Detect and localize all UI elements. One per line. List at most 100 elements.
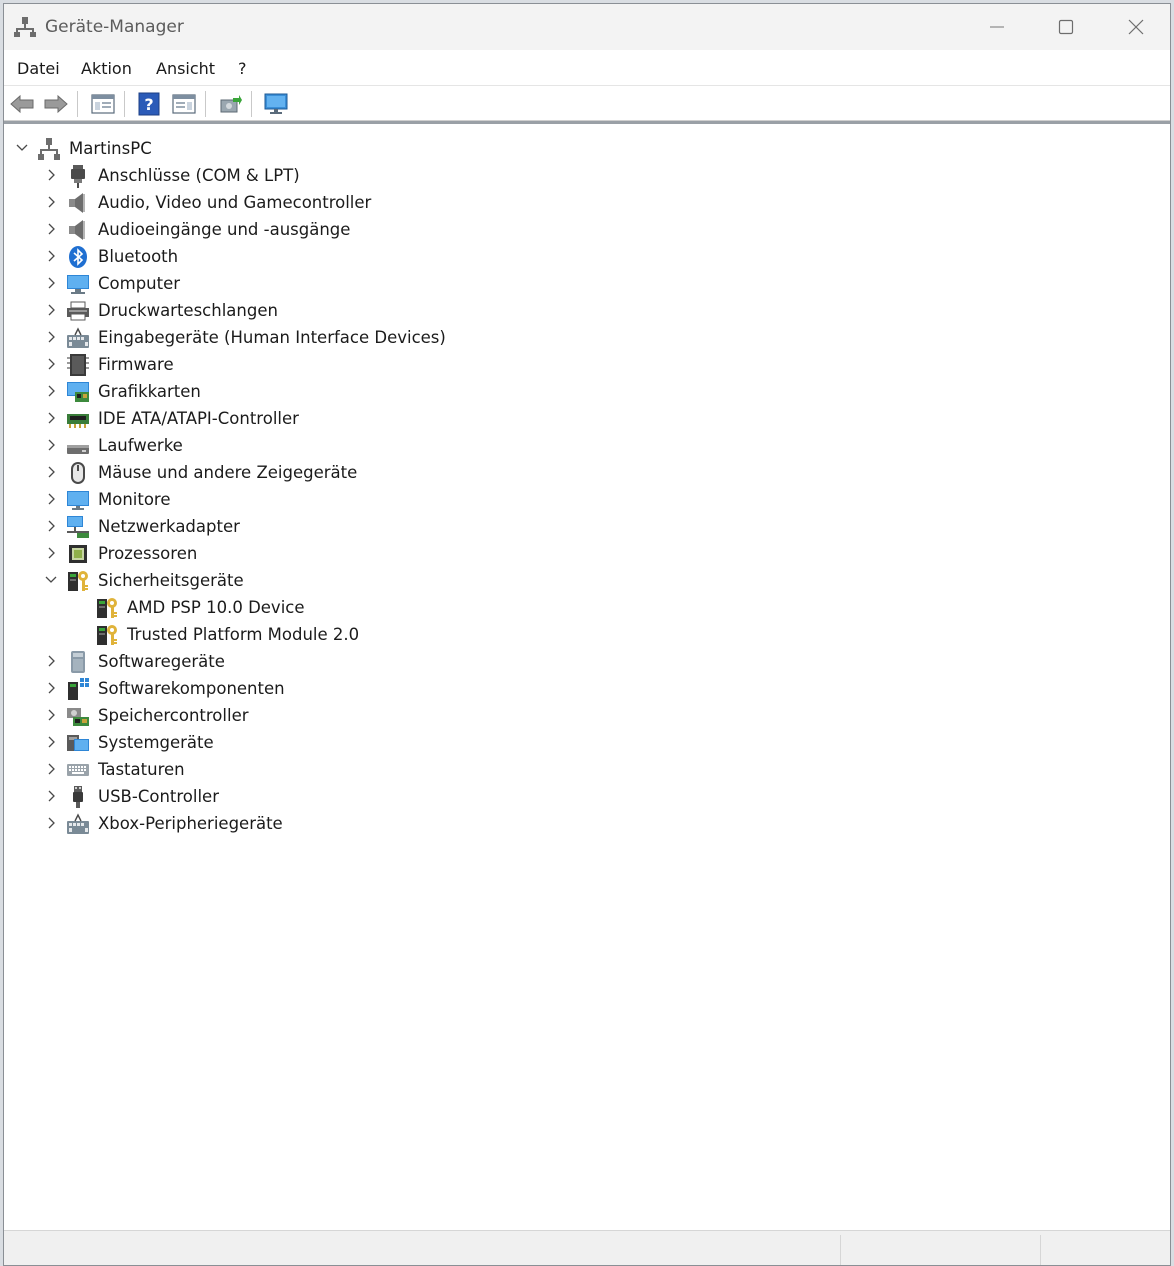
system-device-icon: [67, 735, 89, 751]
toolbar: ?: [4, 87, 1170, 121]
chevron-right-icon[interactable]: [44, 735, 58, 749]
tree-category[interactable]: Softwaregeräte: [4, 648, 504, 675]
menu-datei[interactable]: Datei: [17, 59, 60, 78]
security-device-icon: [97, 625, 117, 645]
back-button[interactable]: [8, 91, 36, 117]
toolbar-separator: [205, 91, 206, 117]
maximize-button[interactable]: [1031, 4, 1101, 50]
menu-aktion[interactable]: Aktion: [81, 59, 132, 78]
port-icon: [71, 165, 85, 188]
forward-button[interactable]: [42, 91, 70, 117]
tree-category[interactable]: Monitore: [4, 486, 504, 513]
chevron-right-icon[interactable]: [44, 303, 58, 317]
tree-category-label: Monitore: [98, 490, 171, 509]
chevron-right-icon[interactable]: [44, 492, 58, 506]
tree-category-label: Computer: [98, 274, 181, 293]
chevron-right-icon[interactable]: [44, 546, 58, 560]
minimize-button[interactable]: [962, 4, 1032, 50]
storage-controller-icon: [67, 708, 89, 726]
chevron-right-icon[interactable]: [44, 708, 58, 722]
chevron-right-icon[interactable]: [44, 411, 58, 425]
tree-category[interactable]: Netzwerkadapter: [4, 513, 504, 540]
chevron-right-icon[interactable]: [44, 249, 58, 263]
close-icon: [1128, 19, 1144, 35]
tree-category[interactable]: Speichercontroller: [4, 702, 504, 729]
update-driver-button[interactable]: [216, 91, 244, 117]
tree-category[interactable]: Grafikkarten: [4, 378, 504, 405]
security-device-icon: [68, 571, 88, 591]
tree-device[interactable]: Trusted Platform Module 2.0: [4, 621, 504, 648]
menu-help[interactable]: ?: [238, 59, 247, 78]
tree-category[interactable]: Computer: [4, 270, 504, 297]
tree-category[interactable]: Tastaturen: [4, 756, 504, 783]
tree-category-label: IDE ATA/ATAPI-Controller: [98, 409, 299, 428]
chevron-down-icon[interactable]: [15, 141, 29, 155]
chevron-right-icon[interactable]: [44, 654, 58, 668]
chevron-right-icon[interactable]: [44, 330, 58, 344]
tree-category-label: Tastaturen: [98, 760, 185, 779]
tree-category[interactable]: Firmware: [4, 351, 504, 378]
tree-category[interactable]: Xbox-Peripheriegeräte: [4, 810, 504, 837]
tree-category-label: Speichercontroller: [98, 706, 249, 725]
chevron-right-icon[interactable]: [44, 276, 58, 290]
menu-bar: Datei Aktion Ansicht ?: [4, 51, 1170, 86]
tree-category[interactable]: Softwarekomponenten: [4, 675, 504, 702]
chevron-right-icon[interactable]: [44, 222, 58, 236]
menu-ansicht[interactable]: Ansicht: [156, 59, 215, 78]
tree-category[interactable]: Prozessoren: [4, 540, 504, 567]
svg-text:?: ?: [144, 95, 153, 114]
disk-drive-icon: [67, 445, 89, 454]
software-component-icon: [68, 678, 89, 700]
show-hide-console-tree-button[interactable]: [89, 91, 117, 117]
tree-category[interactable]: Druckwarteschlangen: [4, 297, 504, 324]
chevron-right-icon[interactable]: [44, 681, 58, 695]
tree-category[interactable]: Audioeingänge und -ausgänge: [4, 216, 504, 243]
chevron-right-icon[interactable]: [44, 357, 58, 371]
tree-category-label: Netzwerkadapter: [98, 517, 240, 536]
properties-pane-button[interactable]: [170, 91, 198, 117]
tree-category[interactable]: Laufwerke: [4, 432, 504, 459]
mouse-icon: [71, 462, 85, 484]
tree-category[interactable]: Mäuse und andere Zeigegeräte: [4, 459, 504, 486]
tree-category[interactable]: USB-Controller: [4, 783, 504, 810]
tree-category[interactable]: IDE ATA/ATAPI-Controller: [4, 405, 504, 432]
device-manager-icon: [14, 16, 36, 38]
toolbar-separator: [251, 91, 252, 117]
chevron-right-icon[interactable]: [44, 168, 58, 182]
firmware-icon: [67, 354, 89, 376]
device-tree[interactable]: MartinsPC Anschlüsse (COM & LPT) Audio, V…: [4, 121, 1170, 1234]
scan-hardware-button[interactable]: [262, 91, 290, 117]
tree-category[interactable]: Bluetooth: [4, 243, 504, 270]
chevron-right-icon[interactable]: [44, 816, 58, 830]
tree-category[interactable]: Eingabegeräte (Human Interface Devices): [4, 324, 504, 351]
update-driver-icon: [220, 95, 242, 113]
tree-category-label: Systemgeräte: [98, 733, 214, 752]
usb-icon: [73, 786, 83, 808]
chevron-right-icon[interactable]: [44, 519, 58, 533]
tree-category-label: Bluetooth: [98, 247, 179, 266]
tree-category[interactable]: Anschlüsse (COM & LPT): [4, 162, 504, 189]
computer-icon: [67, 275, 89, 294]
tree-category[interactable]: Sicherheitsgeräte: [4, 567, 504, 594]
chevron-right-icon[interactable]: [44, 438, 58, 452]
close-button[interactable]: [1101, 4, 1170, 50]
toolbar-separator: [77, 91, 78, 117]
help-button[interactable]: ?: [135, 91, 163, 117]
chevron-right-icon[interactable]: [44, 789, 58, 803]
network-adapter-icon: [67, 516, 89, 538]
chevron-down-icon[interactable]: [44, 573, 58, 587]
title-bar[interactable]: Geräte-Manager: [4, 4, 1170, 50]
tree-device-label: Trusted Platform Module 2.0: [127, 625, 360, 644]
maximize-icon: [1058, 19, 1074, 35]
tree-category[interactable]: Systemgeräte: [4, 729, 504, 756]
tree-device[interactable]: AMD PSP 10.0 Device: [4, 594, 504, 621]
tree-category-label: Firmware: [98, 355, 174, 374]
tree-category[interactable]: Audio, Video und Gamecontroller: [4, 189, 504, 216]
tree-root[interactable]: MartinsPC: [4, 135, 404, 162]
chevron-right-icon[interactable]: [44, 762, 58, 776]
hid-icon: [67, 327, 89, 348]
software-device-icon: [71, 651, 85, 673]
chevron-right-icon[interactable]: [44, 465, 58, 479]
chevron-right-icon[interactable]: [44, 384, 58, 398]
chevron-right-icon[interactable]: [44, 195, 58, 209]
